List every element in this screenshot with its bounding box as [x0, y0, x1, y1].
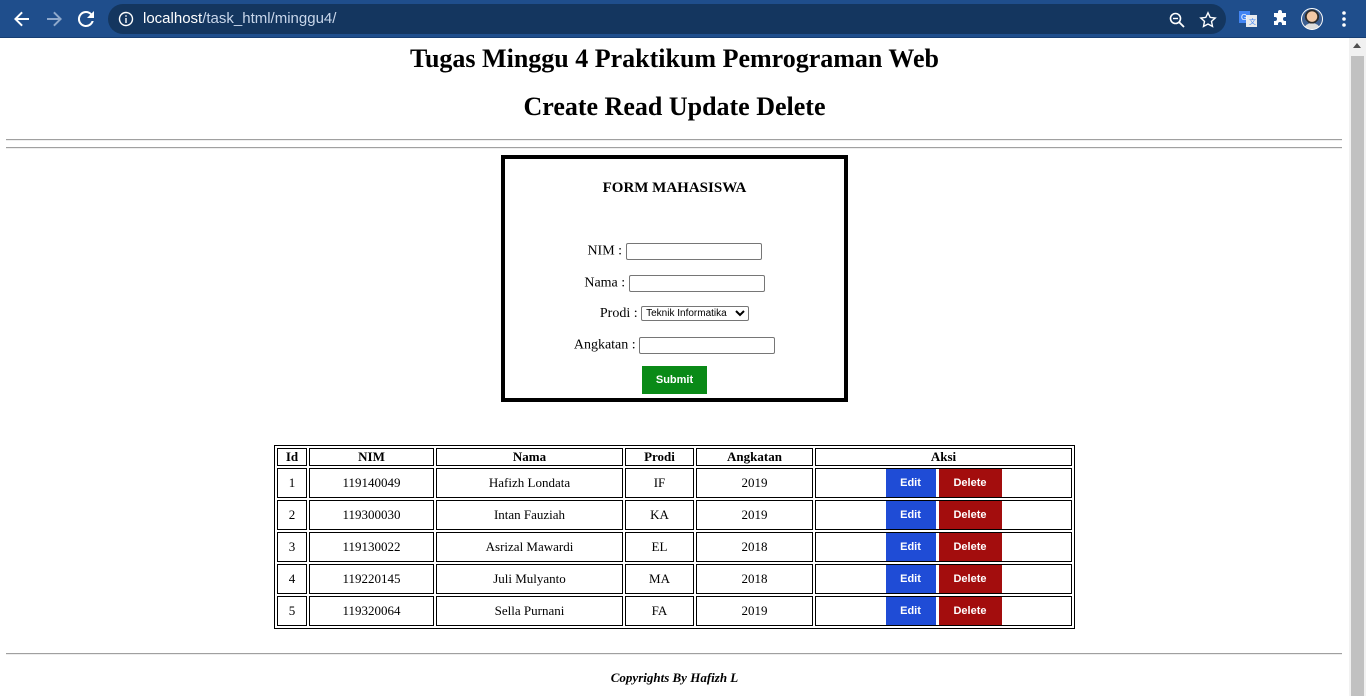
- delete-button[interactable]: Delete: [938, 597, 1002, 625]
- angkatan-label: Angkatan :: [573, 337, 636, 353]
- cell-aksi: Edit Delete: [815, 596, 1072, 626]
- cell-nim: 119130022: [309, 532, 434, 562]
- prodi-select[interactable]: Teknik Informatika: [641, 306, 750, 322]
- header-nama: Nama: [436, 448, 623, 466]
- cell-angkatan: 2019: [696, 468, 813, 498]
- header-aksi: Aksi: [815, 448, 1072, 466]
- divider-bottom: [6, 653, 1342, 655]
- table-header-row: Id NIM Nama Prodi Angkatan Aksi: [277, 448, 1072, 466]
- nim-row: NIM :: [505, 243, 844, 260]
- profile-avatar[interactable]: [1301, 8, 1323, 30]
- browser-toolbar: localhost/task_html/minggu4/ G文: [0, 0, 1366, 38]
- cell-nama: Asrizal Mawardi: [436, 532, 623, 562]
- zoom-icon[interactable]: [1168, 11, 1186, 29]
- header-nim: NIM: [309, 448, 434, 466]
- table-row: 2 119300030 Intan Fauziah KA 2019 Edit De…: [277, 500, 1072, 530]
- cell-angkatan: 2019: [696, 500, 813, 530]
- scrollbar-thumb[interactable]: [1351, 56, 1364, 696]
- page-subtitle: Create Read Update Delete: [523, 92, 826, 121]
- page-content: Tugas Minggu 4 Praktikum Pemrograman Web…: [0, 38, 1349, 696]
- angkatan-input[interactable]: [639, 337, 776, 354]
- back-icon[interactable]: [10, 7, 34, 31]
- page-title: Tugas Minggu 4 Praktikum Pemrograman Web: [410, 44, 939, 73]
- info-icon[interactable]: [118, 11, 134, 27]
- table-row: 5 119320064 Sella Purnani FA 2019 Edit De…: [277, 596, 1072, 626]
- menu-kebab-icon[interactable]: [1332, 7, 1356, 31]
- header-id: Id: [277, 448, 307, 466]
- cell-prodi: KA: [625, 500, 694, 530]
- url-path: /task_html/minggu4/: [202, 10, 337, 27]
- svg-text:文: 文: [1249, 17, 1256, 26]
- cell-prodi: MA: [625, 564, 694, 594]
- nama-row: Nama :: [505, 275, 844, 292]
- translate-extension-icon[interactable]: G文: [1236, 7, 1260, 31]
- footer-copyright: Copyrights By Hafizh L: [610, 670, 739, 685]
- cell-aksi: Edit Delete: [815, 500, 1072, 530]
- forward-icon[interactable]: [42, 7, 66, 31]
- cell-nim: 119140049: [309, 468, 434, 498]
- table-row: 4 119220145 Juli Mulyanto MA 2018 Edit De…: [277, 564, 1072, 594]
- edit-button[interactable]: Edit: [885, 533, 936, 561]
- delete-button[interactable]: Delete: [938, 469, 1002, 497]
- table-row: 1 119140049 Hafizh Londata IF 2019 Edit D…: [277, 468, 1072, 498]
- cell-nim: 119300030: [309, 500, 434, 530]
- cell-id: 3: [277, 532, 307, 562]
- cell-id: 4: [277, 564, 307, 594]
- divider-top-2: [6, 147, 1342, 149]
- form-title: FORM MAHASISWA: [602, 180, 747, 196]
- address-bar[interactable]: localhost/task_html/minggu4/: [108, 4, 1226, 34]
- cell-angkatan: 2018: [696, 564, 813, 594]
- cell-prodi: EL: [625, 532, 694, 562]
- cell-id: 5: [277, 596, 307, 626]
- edit-button[interactable]: Edit: [885, 565, 936, 593]
- table-row: 3 119130022 Asrizal Mawardi EL 2018 Edit…: [277, 532, 1072, 562]
- scroll-up-arrow-icon[interactable]: [1353, 43, 1361, 48]
- divider-top: [6, 139, 1342, 141]
- edit-button[interactable]: Edit: [885, 597, 936, 625]
- delete-button[interactable]: Delete: [938, 565, 1002, 593]
- cell-aksi: Edit Delete: [815, 564, 1072, 594]
- cell-prodi: IF: [625, 468, 694, 498]
- cell-aksi: Edit Delete: [815, 468, 1072, 498]
- edit-button[interactable]: Edit: [885, 469, 936, 497]
- url-host: localhost: [143, 10, 203, 27]
- submit-button[interactable]: Submit: [642, 366, 707, 394]
- cell-angkatan: 2018: [696, 532, 813, 562]
- header-prodi: Prodi: [625, 448, 694, 466]
- edit-button[interactable]: Edit: [885, 501, 936, 529]
- nim-label: NIM :: [587, 243, 623, 259]
- delete-button[interactable]: Delete: [938, 501, 1002, 529]
- nama-label: Nama :: [584, 275, 626, 291]
- nim-input[interactable]: [625, 243, 762, 260]
- cell-nama: Juli Mulyanto: [436, 564, 623, 594]
- cell-prodi: FA: [625, 596, 694, 626]
- cell-id: 2: [277, 500, 307, 530]
- cell-angkatan: 2019: [696, 596, 813, 626]
- url-text: localhost/task_html/minggu4/: [143, 10, 336, 27]
- cell-nama: Sella Purnani: [436, 596, 623, 626]
- cell-nama: Intan Fauziah: [436, 500, 623, 530]
- extensions-icon[interactable]: [1268, 7, 1292, 31]
- cell-aksi: Edit Delete: [815, 532, 1072, 562]
- cell-nim: 119320064: [309, 596, 434, 626]
- cell-id: 1: [277, 468, 307, 498]
- form-mahasiswa: FORM MAHASISWA NIM : Nama : Prodi : Tekn…: [501, 155, 848, 402]
- bookmark-star-icon[interactable]: [1199, 11, 1217, 29]
- prodi-row: Prodi : Teknik Informatika: [505, 306, 844, 322]
- vertical-scrollbar[interactable]: [1349, 38, 1366, 696]
- header-angkatan: Angkatan: [696, 448, 813, 466]
- angkatan-row: Angkatan :: [505, 337, 844, 354]
- prodi-label: Prodi :: [599, 306, 638, 321]
- delete-button[interactable]: Delete: [938, 533, 1002, 561]
- cell-nim: 119220145: [309, 564, 434, 594]
- svg-text:G: G: [1241, 13, 1247, 22]
- cell-nama: Hafizh Londata: [436, 468, 623, 498]
- reload-icon[interactable]: [74, 7, 98, 31]
- mahasiswa-table: Id NIM Nama Prodi Angkatan Aksi 1 119140…: [274, 445, 1075, 629]
- nama-input[interactable]: [628, 275, 765, 292]
